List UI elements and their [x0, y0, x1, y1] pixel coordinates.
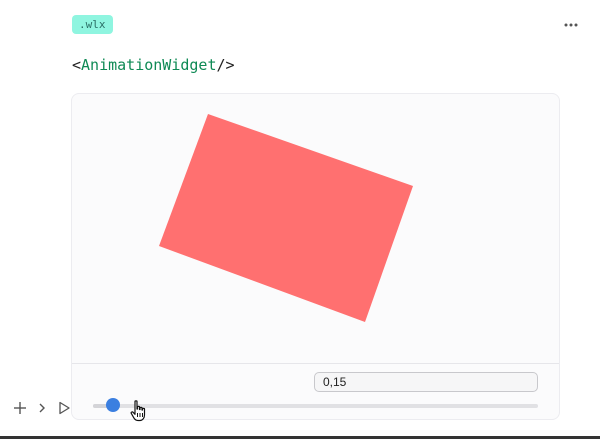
hand-pointer-icon [130, 400, 146, 422]
play-icon [59, 401, 70, 415]
chevron-right-icon [39, 403, 45, 413]
slider-thumb[interactable] [106, 398, 121, 412]
more-horizontal-icon [564, 23, 578, 27]
notebook-cell: .wlx <AnimationWidget/> 0,15 [0, 0, 600, 439]
add-cell-button[interactable] [12, 400, 28, 416]
language-badge: .wlx [72, 15, 113, 34]
plus-icon [14, 402, 26, 414]
code-input[interactable]: <AnimationWidget/> [72, 56, 235, 74]
output-card: 0,15 [71, 93, 560, 420]
code-close-bracket: /> [216, 56, 235, 74]
slider-track[interactable] [93, 404, 538, 408]
run-cell-button[interactable] [56, 400, 72, 416]
expand-button[interactable] [34, 400, 50, 416]
more-options-button[interactable] [562, 16, 580, 34]
value-display: 0,15 [314, 372, 538, 392]
animation-canvas [72, 94, 559, 364]
code-tag-name: AnimationWidget [81, 56, 217, 74]
code-open-bracket: < [72, 56, 82, 74]
animated-rectangle [159, 114, 413, 322]
cell-toolbar [12, 400, 72, 416]
animation-svg [159, 114, 413, 322]
